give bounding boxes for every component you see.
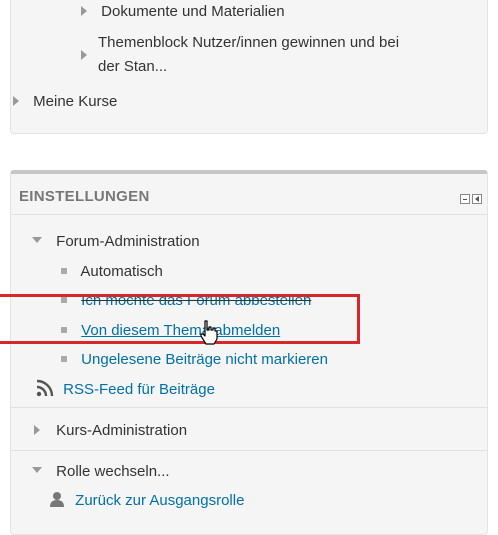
user-icon	[50, 492, 64, 507]
expand-arrow-icon	[81, 6, 87, 16]
settings-title: EINSTELLUNGEN	[19, 188, 150, 205]
menu-item-label: Ungelesene Beiträge nicht markieren	[81, 351, 328, 368]
rolle-wechseln-node[interactable]: Rolle wechseln...	[32, 463, 170, 481]
kurs-administration-node[interactable]: Kurs-Administration	[34, 422, 187, 440]
menu-item-ausgangsrolle[interactable]: Zurück zur Ausgangsrolle	[49, 491, 244, 510]
bullet-icon	[61, 327, 67, 333]
settings-header: EINSTELLUNGEN	[19, 188, 150, 206]
menu-item-label: Zurück zur Ausgangsrolle	[75, 492, 245, 509]
expand-arrow-icon	[13, 96, 19, 106]
nav-item-label-line1: Themenblock Nutzer/innen gewinnen und be…	[98, 34, 400, 51]
forum-administration-node[interactable]: Forum-Administration	[32, 233, 200, 251]
nav-item-meine-kurse[interactable]: Meine Kurse	[13, 93, 117, 111]
header-divider	[11, 214, 487, 215]
navigation-block: Dokumente und Materialien Themenblock Nu…	[10, 0, 488, 134]
nav-item-label-line2: der Stan...	[98, 58, 168, 75]
expand-arrow-icon	[81, 50, 87, 60]
menu-item-rss[interactable]: RSS-Feed für Beiträge	[36, 379, 215, 399]
collapse-block-icon[interactable]	[460, 194, 470, 204]
menu-item-label: Automatisch	[80, 263, 163, 280]
rss-icon	[36, 379, 54, 397]
dock-block-icon[interactable]	[472, 194, 482, 204]
bullet-icon	[61, 297, 67, 303]
menu-item-thema-abmelden[interactable]: Von diesem Thema abmelden	[61, 322, 280, 340]
bullet-icon	[61, 356, 67, 362]
rolle-wechseln-label: Rolle wechseln...	[56, 463, 170, 480]
bullet-icon	[61, 268, 67, 274]
nav-item-label: Meine Kurse	[33, 93, 118, 110]
section-divider	[11, 450, 487, 451]
expand-arrow-icon	[34, 425, 40, 435]
nav-item-label: Themenblock Nutzer/innen gewinnen und be…	[98, 34, 399, 76]
menu-item-forum-abbestellen[interactable]: Ich möchte das Forum abbestellen	[61, 292, 311, 310]
menu-item-label: Von diesem Thema abmelden	[81, 322, 281, 339]
menu-item-label: RSS-Feed für Beiträge	[63, 381, 215, 398]
section-divider	[11, 407, 487, 408]
nav-item-themenblock[interactable]: Themenblock Nutzer/innen gewinnen und be…	[81, 34, 399, 76]
settings-block: EINSTELLUNGEN Forum-Administration Autom…	[10, 170, 488, 535]
menu-item-ungelesene[interactable]: Ungelesene Beiträge nicht markieren	[61, 351, 328, 369]
collapse-arrow-icon	[32, 237, 42, 243]
menu-item-label: Ich möchte das Forum abbestellen	[81, 292, 312, 309]
nav-item-dokumente[interactable]: Dokumente und Materialien	[81, 3, 285, 21]
menu-item-automatisch: Automatisch	[61, 263, 163, 281]
hand-cursor-icon	[200, 320, 218, 345]
kurs-administration-label: Kurs-Administration	[56, 422, 188, 439]
nav-item-label: Dokumente und Materialien	[101, 3, 285, 20]
collapse-arrow-icon	[32, 467, 42, 473]
forum-administration-label: Forum-Administration	[56, 233, 200, 250]
